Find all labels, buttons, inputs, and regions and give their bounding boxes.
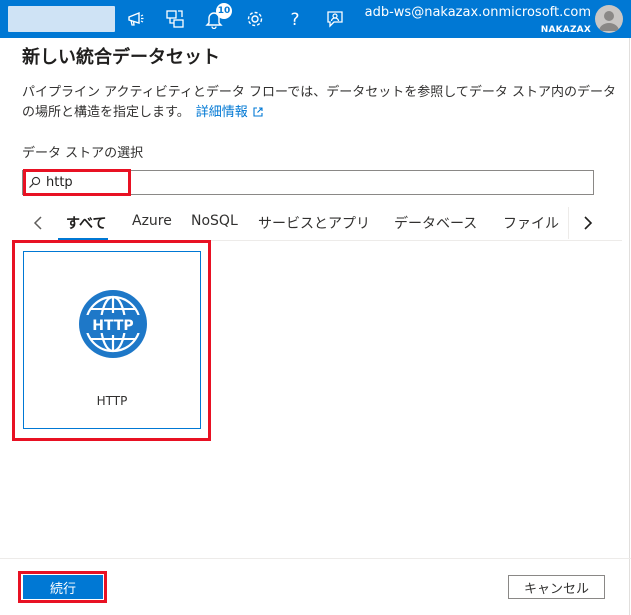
category-tabs: すべて Azure NoSQL サービスとアプリ データベース ファイル: [22, 205, 622, 241]
support-chat-icon[interactable]: [321, 6, 349, 32]
cancel-button[interactable]: キャンセル: [508, 575, 605, 599]
learn-more-link[interactable]: 詳細情報: [196, 105, 264, 120]
notification-count-badge: 10: [216, 3, 232, 19]
tab-file[interactable]: ファイル: [503, 213, 559, 233]
directory-icon[interactable]: [161, 6, 189, 32]
dialog-border: [629, 38, 630, 615]
chevron-right-icon[interactable]: [578, 213, 598, 233]
settings-gear-icon[interactable]: [241, 6, 269, 32]
card-highlight-box: [12, 240, 211, 441]
footer-divider: [0, 558, 631, 559]
account-info[interactable]: adb-ws@nakazax.onmicrosoft.com NAKAZAX: [365, 5, 591, 36]
account-email: adb-ws@nakazax.onmicrosoft.com: [364, 5, 591, 20]
learn-more-label: 詳細情報: [195, 105, 248, 120]
tab-divider: [568, 207, 569, 239]
dialog-title: 新しい統合データセット: [22, 47, 220, 68]
dialog-description: パイプライン アクティビティとデータ フローでは、データセットを参照してデータ …: [22, 83, 617, 123]
global-search-box[interactable]: [8, 6, 115, 32]
svg-text:?: ?: [290, 10, 299, 29]
tab-database[interactable]: データベース: [394, 213, 477, 233]
description-text: パイプライン アクティビティとデータ フローでは、データセットを参照してデータ …: [22, 85, 617, 120]
chevron-left-icon[interactable]: [28, 213, 48, 233]
feedback-icon[interactable]: [122, 6, 150, 32]
tab-services-apps[interactable]: サービスとアプリ: [258, 213, 370, 233]
account-tenant: NAKAZAX: [540, 25, 591, 35]
tab-nosql[interactable]: NoSQL: [191, 213, 238, 229]
search-highlight-box: [23, 169, 131, 196]
top-navigation-bar: 10 ? adb-ws@nakazax.onmicrosoft.com NAKA…: [0, 0, 631, 38]
tab-azure[interactable]: Azure: [132, 213, 172, 229]
data-store-label: データ ストアの選択: [22, 146, 144, 161]
avatar[interactable]: [595, 5, 623, 33]
external-link-icon: [253, 107, 263, 117]
help-icon[interactable]: ?: [281, 6, 309, 32]
user-avatar-icon: [599, 11, 619, 31]
tab-all[interactable]: すべて: [66, 213, 106, 233]
continue-highlight-box: [18, 571, 107, 603]
